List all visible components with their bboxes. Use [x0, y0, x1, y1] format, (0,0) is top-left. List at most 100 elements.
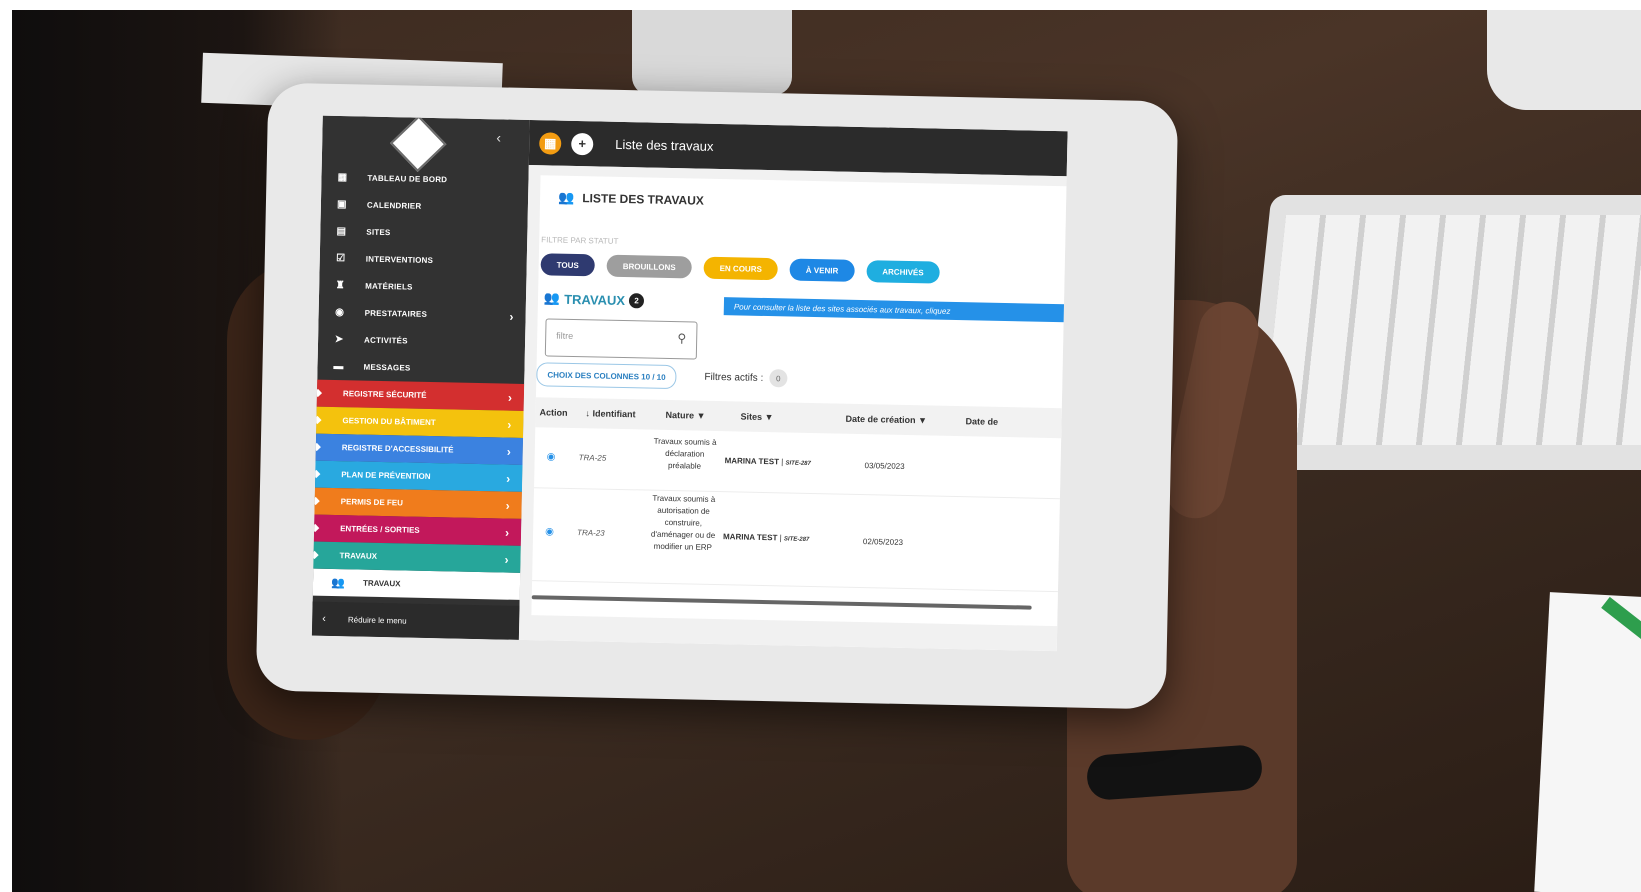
- sidebar-item-label: TABLEAU DE BORD: [367, 173, 448, 185]
- info-banner[interactable]: Pour consulter la liste des sites associ…: [723, 297, 1068, 323]
- sidebar-item-sites[interactable]: ▤ SITES: [320, 218, 528, 249]
- chevron-right-icon: ›: [506, 444, 511, 459]
- header-date-next[interactable]: Date de: [965, 416, 998, 427]
- module-registre-accessibilite[interactable]: ◆ REGISTRE D'ACCESSIBILITÉ ›: [311, 433, 524, 465]
- status-filter-label: FILTRE PAR STATUT: [541, 235, 619, 246]
- sidebar-item-calendar[interactable]: ▣ CALENDRIER: [321, 191, 529, 222]
- columns-choice-button[interactable]: CHOIX DES COLONNES 10 / 10: [536, 362, 677, 390]
- module-gestion-batiment[interactable]: ◆ GESTION DU BÂTIMENT ›: [311, 406, 524, 438]
- tablet-screen: ‹ ▦ TABLEAU DE BORD ▣ CALENDRIER ▤ SITES…: [311, 115, 1068, 652]
- dashboard-icon: ▦: [337, 172, 348, 184]
- active-filters-label: Filtres actifs :: [704, 371, 764, 384]
- chevron-right-icon: ›: [509, 309, 514, 324]
- header-date-creation[interactable]: Date de création ▼: [845, 414, 927, 426]
- sidebar-item-label: PRESTATAIRES: [364, 308, 428, 319]
- filter-icon[interactable]: ▼: [764, 412, 773, 422]
- app-logo: [389, 115, 447, 172]
- header-identifiant-label: Identifiant: [592, 408, 636, 420]
- sidebar-item-dashboard[interactable]: ▦ TABLEAU DE BORD: [321, 164, 529, 195]
- users-icon: 👥: [331, 576, 345, 590]
- sidebar: ‹ ▦ TABLEAU DE BORD ▣ CALENDRIER ▤ SITES…: [311, 115, 530, 640]
- header-action: Action: [539, 407, 568, 418]
- apps-grid-icon[interactable]: ▦: [539, 131, 562, 155]
- module-label: GESTION DU BÂTIMENT: [342, 416, 436, 428]
- row-site: MARINA TEST | SITE-287: [724, 456, 811, 467]
- module-registre-securite[interactable]: ◆ REGISTRE SÉCURITÉ ›: [311, 379, 525, 411]
- filter-chip-archives[interactable]: ARCHIVÉS: [866, 260, 940, 284]
- module-plan-prevention[interactable]: ◆ PLAN DE PRÉVENTION ›: [311, 460, 523, 492]
- chevron-right-icon: ➤: [334, 333, 344, 346]
- count-badge: 2: [628, 292, 645, 308]
- filter-chip-tous[interactable]: TOUS: [540, 253, 596, 277]
- tablet-device: ‹ ▦ TABLEAU DE BORD ▣ CALENDRIER ▤ SITES…: [255, 82, 1179, 710]
- module-icon: ◆: [313, 414, 322, 426]
- filter-chip-a-venir[interactable]: À VENIR: [789, 258, 855, 282]
- header-sites-label: Sites: [740, 411, 763, 422]
- sidebar-item-label: INTERVENTIONS: [365, 254, 434, 266]
- header-identifiant[interactable]: ↓ Identifiant: [586, 408, 636, 419]
- sidebar-item-label: SITES: [366, 227, 391, 238]
- message-icon: ▬: [333, 360, 344, 373]
- module-permis-feu[interactable]: ◆ PERMIS DE FEU ›: [311, 487, 522, 519]
- filter-chip-en-cours[interactable]: EN COURS: [703, 256, 779, 281]
- filter-chip-brouillons[interactable]: BROUILLONS: [606, 254, 692, 279]
- notepad: [1534, 592, 1641, 892]
- chevron-right-icon: ›: [507, 417, 512, 432]
- travaux-table: Action ↓ Identifiant Nature ▼ Sites ▼ Da…: [532, 397, 1062, 593]
- row-nature: Travaux soumis à déclaration préalable: [653, 436, 717, 471]
- building-icon: ▤: [336, 225, 347, 238]
- status-filter-chips: TOUS BROUILLONS EN COURS À VENIR ARCHIVÉ…: [540, 253, 940, 284]
- extinguisher-icon: ♜: [335, 279, 345, 292]
- horizontal-scrollbar[interactable]: [531, 595, 1032, 610]
- module-label: ENTRÉES / SORTIES: [340, 524, 420, 535]
- filter-icon[interactable]: ▼: [697, 411, 706, 421]
- chevron-right-icon: ›: [505, 498, 510, 513]
- row-site-code: SITE-287: [785, 460, 811, 467]
- card-title: 👥 LISTE DES TRAVAUX: [558, 190, 704, 209]
- module-label: PERMIS DE FEU: [340, 497, 404, 508]
- module-label: PLAN DE PRÉVENTION: [341, 470, 431, 482]
- checkbox-icon: ☑: [336, 252, 346, 265]
- sidebar-item-materiels[interactable]: ♜ MATÉRIELS: [319, 272, 527, 303]
- header-nature[interactable]: Nature ▼: [665, 410, 705, 421]
- module-icon: ◆: [313, 387, 322, 399]
- section-title: TRAVAUX: [564, 291, 626, 308]
- row-site-code: SITE-287: [783, 536, 810, 543]
- sidebar-subitem-travaux[interactable]: 👥 TRAVAUX: [312, 568, 521, 600]
- header-nature-label: Nature: [665, 409, 695, 421]
- row-nature: Travaux soumis à autorisation de constru…: [650, 493, 716, 552]
- sidebar-nav: ▦ TABLEAU DE BORD ▣ CALENDRIER ▤ SITES ☑…: [311, 164, 529, 600]
- eye-icon[interactable]: ◉: [547, 451, 556, 462]
- users-icon: 👥: [557, 189, 575, 205]
- row-identifiant: TRA-23: [577, 528, 605, 538]
- search-icon[interactable]: ⚲: [677, 331, 686, 345]
- module-travaux[interactable]: ◆ TRAVAUX ›: [311, 541, 521, 573]
- sidebar-item-label: MATÉRIELS: [365, 281, 413, 292]
- active-filters: Filtres actifs : 0: [704, 368, 788, 388]
- row-date: 03/05/2023: [864, 461, 905, 471]
- chevron-right-icon: ›: [507, 390, 513, 405]
- sidebar-item-messages[interactable]: ▬ MESSAGES: [317, 353, 525, 384]
- module-icon: ◆: [311, 522, 320, 534]
- sidebar-item-prestataires[interactable]: ◉ PRESTATAIRES ›: [318, 299, 526, 330]
- module-entrees-sorties[interactable]: ◆ ENTRÉES / SORTIES ›: [311, 514, 522, 546]
- module-label: REGISTRE SÉCURITÉ: [342, 389, 427, 400]
- table-row: ◉ TRA-23 Travaux soumis à autorisation d…: [532, 488, 1060, 593]
- sidebar-item-activites[interactable]: ➤ ACTIVITÉS: [318, 326, 526, 357]
- active-filters-count[interactable]: 0: [769, 369, 788, 388]
- chevron-right-icon: ›: [506, 471, 511, 486]
- eye-icon[interactable]: ◉: [545, 526, 554, 537]
- header-sites[interactable]: Sites ▼: [740, 411, 773, 422]
- travaux-card: 👥 LISTE DES TRAVAUX FILTRE PAR STATUT TO…: [531, 175, 1068, 627]
- section-header: 👥 TRAVAUX 2: [544, 290, 645, 308]
- main-content: 👥 LISTE DES TRAVAUX FILTRE PAR STATUT TO…: [518, 165, 1068, 652]
- search-input[interactable]: filtre ⚲: [544, 318, 698, 360]
- add-icon[interactable]: +: [571, 132, 594, 155]
- row-site-name: MARINA TEST: [722, 532, 778, 543]
- collapse-sidebar-icon[interactable]: ‹: [496, 129, 501, 145]
- row-date: 02/05/2023: [862, 537, 904, 547]
- reduce-menu-button[interactable]: ‹ Réduire le menu: [311, 601, 520, 640]
- sidebar-item-label: CALENDRIER: [366, 200, 422, 211]
- filter-icon[interactable]: ▼: [918, 415, 927, 425]
- sidebar-item-interventions[interactable]: ☑ INTERVENTIONS: [320, 245, 528, 276]
